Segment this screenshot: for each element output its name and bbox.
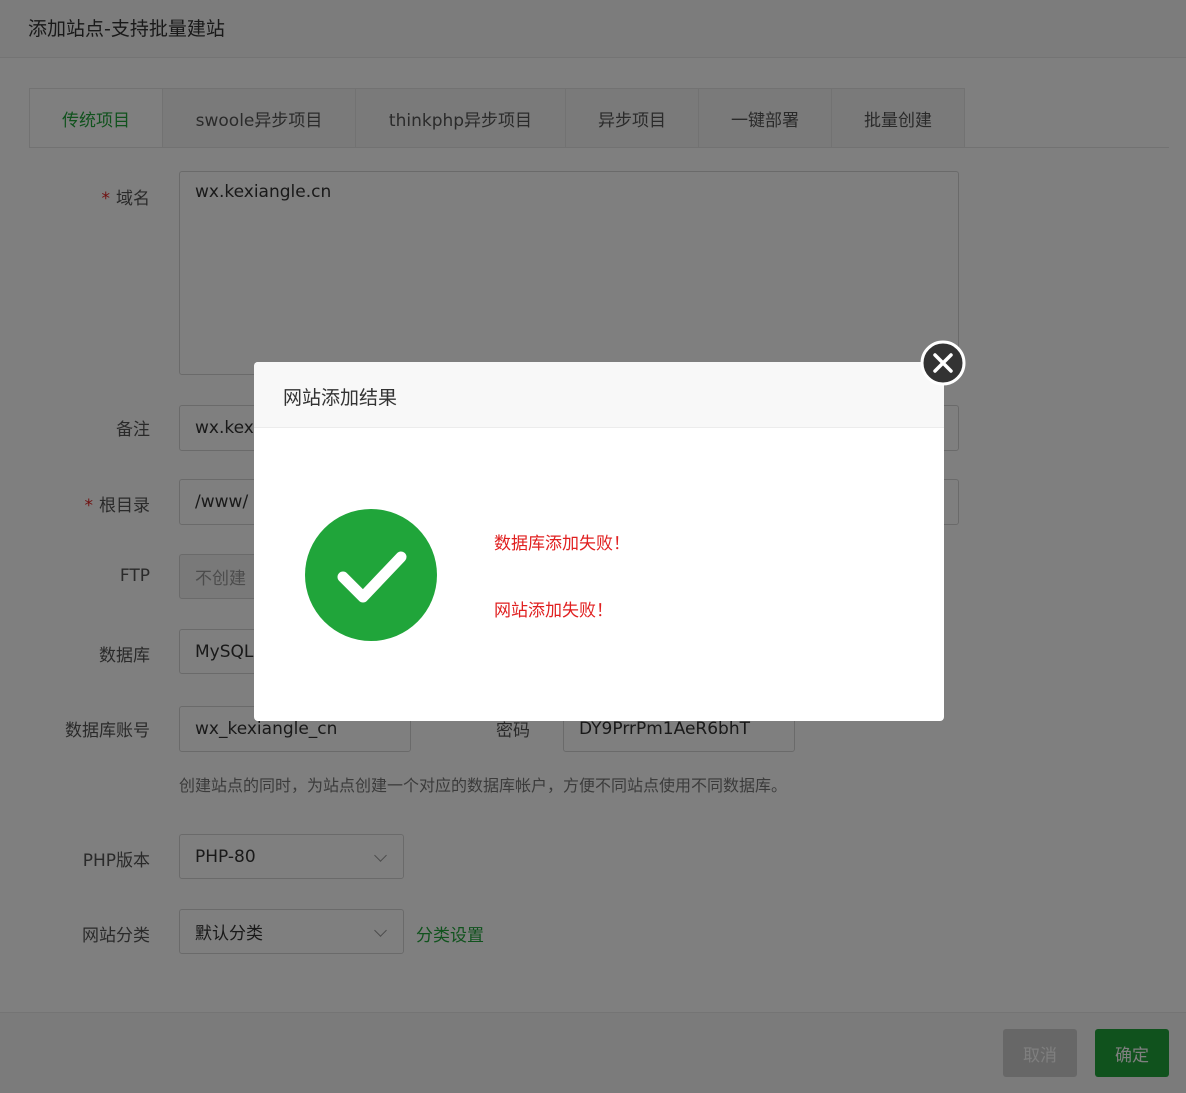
close-icon[interactable] bbox=[920, 340, 966, 386]
dialog-message: 网站添加失败！ bbox=[494, 601, 613, 621]
check-circle-icon bbox=[305, 509, 437, 641]
result-dialog: 网站添加结果 数据库添加失败！ 网站添加失败！ bbox=[254, 362, 944, 721]
dialog-title: 网站添加结果 bbox=[283, 387, 398, 409]
dialog-header: 网站添加结果 bbox=[254, 362, 944, 428]
dialog-message: 数据库添加失败！ bbox=[494, 534, 630, 554]
